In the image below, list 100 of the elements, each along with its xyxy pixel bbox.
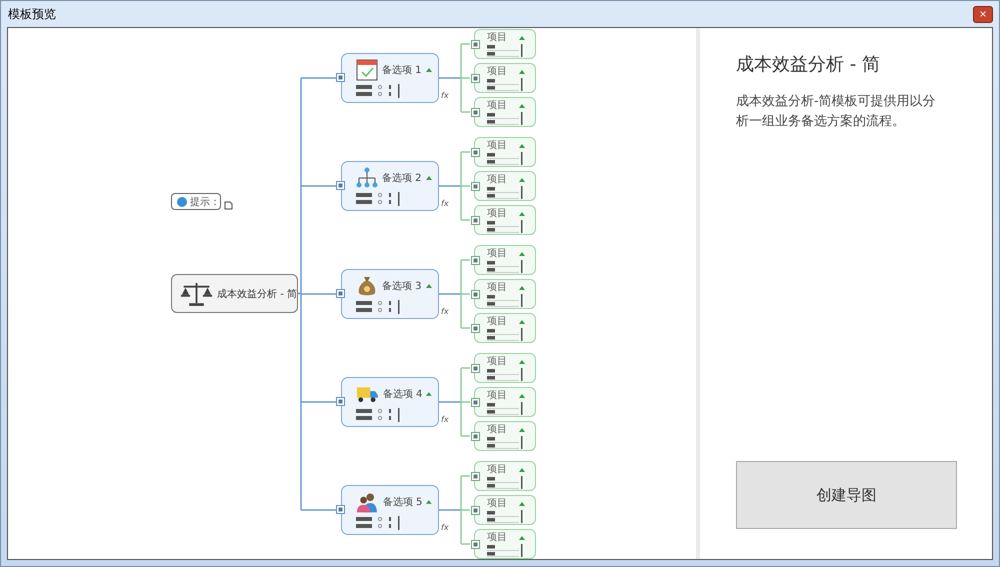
value-rows-drawing [487,436,523,449]
collapse-handle[interactable] [471,540,480,549]
collapse-arrow-icon[interactable] [519,320,525,324]
value-rows-drawing [487,78,523,91]
item-node[interactable]: 项目 [474,205,536,235]
item-label: 项目 [487,356,507,368]
collapse-handle[interactable] [471,398,480,407]
item-label: 项目 [487,464,507,476]
collapse-handle[interactable] [336,73,345,82]
collapse-handle[interactable] [471,432,480,441]
value-rows-drawing [356,408,402,422]
collapse-handle[interactable] [336,505,345,514]
collapse-arrow-icon[interactable] [519,536,525,540]
value-rows-drawing [487,44,523,57]
collapse-handle[interactable] [471,506,480,515]
value-rows-drawing [487,368,523,381]
central-topic[interactable]: 成本效益分析 - 简 [171,274,298,313]
collapse-handle[interactable] [471,256,480,265]
collapse-handle[interactable] [471,182,480,191]
collapse-arrow-icon[interactable] [519,178,525,182]
item-node[interactable]: 项目 [474,313,536,343]
collapse-handle[interactable] [471,472,480,481]
collapse-arrow-icon[interactable] [519,144,525,148]
value-rows-drawing [487,220,523,233]
item-node[interactable]: 项目 [474,529,536,559]
collapse-arrow-icon[interactable] [426,284,432,288]
template-description: 成本效益分析-简模板可提供用以分析一组业务备选方案的流程。 [736,93,937,131]
collapse-arrow-icon[interactable] [426,392,432,396]
option-label: 备选项 3 [382,280,422,293]
option-node[interactable]: 备选项 4 [341,377,439,427]
item-label: 项目 [487,316,507,328]
collapse-arrow-icon[interactable] [519,212,525,216]
item-node[interactable]: 项目 [474,461,536,491]
item-label: 项目 [487,424,507,436]
collapse-arrow-icon[interactable] [519,70,525,74]
item-node[interactable]: 项目 [474,353,536,383]
value-rows-drawing [356,300,402,314]
item-node[interactable]: 项目 [474,171,536,201]
value-rows-drawing [487,476,523,489]
item-node[interactable]: 项目 [474,387,536,417]
collapse-arrow-icon[interactable] [519,394,525,398]
collapse-arrow-icon[interactable] [519,36,525,40]
collapse-arrow-icon[interactable] [519,360,525,364]
item-label: 项目 [487,208,507,220]
collapse-arrow-icon[interactable] [519,468,525,472]
item-node[interactable]: 项目 [474,137,536,167]
option-node[interactable]: 备选项 2 [341,161,439,211]
collapse-arrow-icon[interactable] [519,428,525,432]
collapse-arrow-icon[interactable] [426,176,432,180]
close-button[interactable]: × [973,6,993,22]
formula-label: fx [441,307,449,316]
collapse-handle[interactable] [471,148,480,157]
item-label: 项目 [487,532,507,544]
collapse-arrow-icon[interactable] [426,500,432,504]
collapse-handle[interactable] [471,108,480,117]
item-node[interactable]: 项目 [474,63,536,93]
value-rows-drawing [487,544,523,557]
value-rows-drawing [487,260,523,273]
item-node[interactable]: 项目 [474,29,536,59]
option-label: 备选项 1 [382,64,422,77]
collapse-handle[interactable] [336,397,345,406]
item-node[interactable]: 项目 [474,97,536,127]
value-rows-drawing [487,112,523,125]
collapse-handle[interactable] [471,324,480,333]
item-node[interactable]: 项目 [474,421,536,451]
option-node[interactable]: 备选项 5 [341,485,439,535]
calendar-icon [356,59,378,81]
collapse-arrow-icon[interactable] [519,104,525,108]
collapse-handle[interactable] [471,74,480,83]
collapse-handle[interactable] [336,181,345,190]
option-label: 备选项 5 [382,496,422,509]
formula-label: fx [441,91,449,100]
formula-label: fx [441,415,449,424]
item-label: 项目 [487,390,507,402]
value-rows-drawing [487,328,523,341]
item-label: 项目 [487,498,507,510]
value-rows-drawing [487,152,523,165]
item-node[interactable]: 项目 [474,279,536,309]
value-rows-drawing [487,186,523,199]
collapse-handle[interactable] [471,40,480,49]
option-node[interactable]: 备选项 1 [341,53,439,103]
note-icon [224,201,233,210]
item-label: 项目 [487,174,507,186]
tip-node[interactable]: 提示： [171,193,221,210]
create-map-button[interactable]: 创建导图 [736,461,957,529]
collapse-arrow-icon[interactable] [519,252,525,256]
formula-label: fx [441,523,449,532]
item-label: 项目 [487,140,507,152]
collapse-arrow-icon[interactable] [519,502,525,506]
collapse-handle[interactable] [471,290,480,299]
collapse-arrow-icon[interactable] [519,286,525,290]
collapse-handle[interactable] [471,364,480,373]
item-node[interactable]: 项目 [474,495,536,525]
collapse-arrow-icon[interactable] [426,68,432,72]
item-node[interactable]: 项目 [474,245,536,275]
collapse-handle[interactable] [336,289,345,298]
value-rows-drawing [356,192,402,206]
collapse-handle[interactable] [471,216,480,225]
option-node[interactable]: 备选项 3 [341,269,439,319]
info-icon [177,196,187,206]
